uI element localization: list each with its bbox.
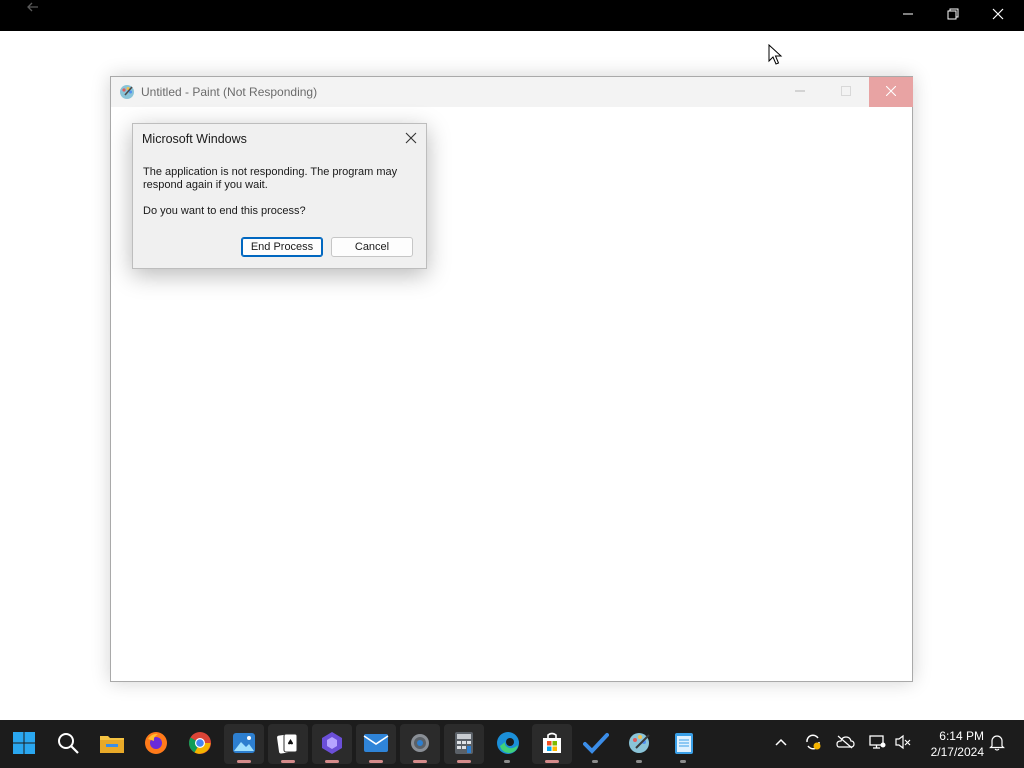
volume-muted-icon [894,734,912,753]
solitaire-button[interactable] [268,724,308,764]
running-indicator [413,760,427,763]
clock-date: 2/17/2024 [930,745,984,759]
minimize-icon [795,85,805,99]
running-indicator [504,760,510,763]
mail-icon [363,733,389,756]
edge-icon [496,731,520,758]
onedrive-icon [835,735,855,752]
search-icon [56,731,80,758]
mail-button[interactable] [356,724,396,764]
file-explorer-icon [99,732,125,757]
solitaire-icon [276,731,300,758]
notification-button[interactable] [986,732,1008,754]
edge-button[interactable] [488,724,528,764]
taskbar-clock[interactable]: 6:14 PM 2/17/2024 [918,728,984,760]
close-icon [992,8,1004,23]
minimize-button[interactable] [886,0,930,31]
paint-close-button[interactable] [869,77,913,107]
paint-minimize-button[interactable] [777,77,823,107]
restore-icon [947,8,959,23]
chrome-icon [188,731,212,758]
clipchamp-button[interactable] [312,724,352,764]
show-hidden-icons-button[interactable] [770,732,792,754]
store-button[interactable] [532,724,572,764]
arrow-left-icon[interactable] [24,0,46,14]
running-indicator [369,760,383,763]
running-indicator [237,760,251,763]
cancel-button[interactable]: Cancel [331,237,413,257]
photos-icon [232,731,256,758]
onedrive-tray-button[interactable] [834,732,856,754]
taskbar: 6:14 PM 2/17/2024 [0,720,1024,768]
maximize-icon [841,85,851,99]
clipchamp-icon [320,731,344,758]
paint-title-bar[interactable]: Untitled - Paint (Not Responding) [111,77,913,107]
notepad-button[interactable] [664,724,704,764]
firefox-icon [144,731,168,758]
dialog-question: Do you want to end this process? [143,205,306,217]
running-indicator [325,760,339,763]
todo-icon [583,732,609,757]
settings-icon [408,731,432,758]
minimize-icon [902,8,914,23]
sync-icon [804,733,822,754]
notification-icon [989,733,1005,754]
close-icon [885,85,897,99]
start-icon [12,731,36,758]
paint-icon [119,84,135,100]
close-icon [405,132,417,147]
running-indicator [457,760,471,763]
chevron-up-icon [774,736,788,750]
running-indicator [281,760,295,763]
volume-tray-button[interactable] [892,732,914,754]
file-explorer-button[interactable] [92,724,132,764]
calculator-icon [453,731,475,758]
photos-button[interactable] [224,724,264,764]
running-indicator [636,760,642,763]
paint-icon [628,731,652,758]
store-icon [540,731,564,758]
clock-time: 6:14 PM [939,729,984,743]
network-tray-button[interactable] [866,732,888,754]
mouse-cursor-icon [768,43,784,66]
window-top-bar [0,0,1024,31]
todo-button[interactable] [576,724,616,764]
sync-tray-button[interactable] [802,732,824,754]
calculator-button[interactable] [444,724,484,764]
end-process-button[interactable]: End Process [241,237,323,257]
network-icon [868,734,886,753]
running-indicator [545,760,559,763]
paint-taskbar-button[interactable] [620,724,660,764]
running-indicator [592,760,598,763]
paint-window-title: Untitled - Paint (Not Responding) [141,85,318,99]
start-button[interactable] [4,724,44,764]
search-button[interactable] [48,724,88,764]
chrome-button[interactable] [180,724,220,764]
notepad-icon [674,731,694,758]
not-responding-dialog[interactable]: Microsoft Windows The application is not… [132,123,427,269]
restore-button[interactable] [931,0,975,31]
firefox-button[interactable] [136,724,176,764]
settings-button[interactable] [400,724,440,764]
dialog-close-button[interactable] [399,128,423,150]
dialog-message: The application is not responding. The p… [143,166,398,191]
paint-maximize-button[interactable] [823,77,869,107]
dialog-title: Microsoft Windows [142,132,247,146]
running-indicator [680,760,686,763]
close-button[interactable] [976,0,1020,31]
